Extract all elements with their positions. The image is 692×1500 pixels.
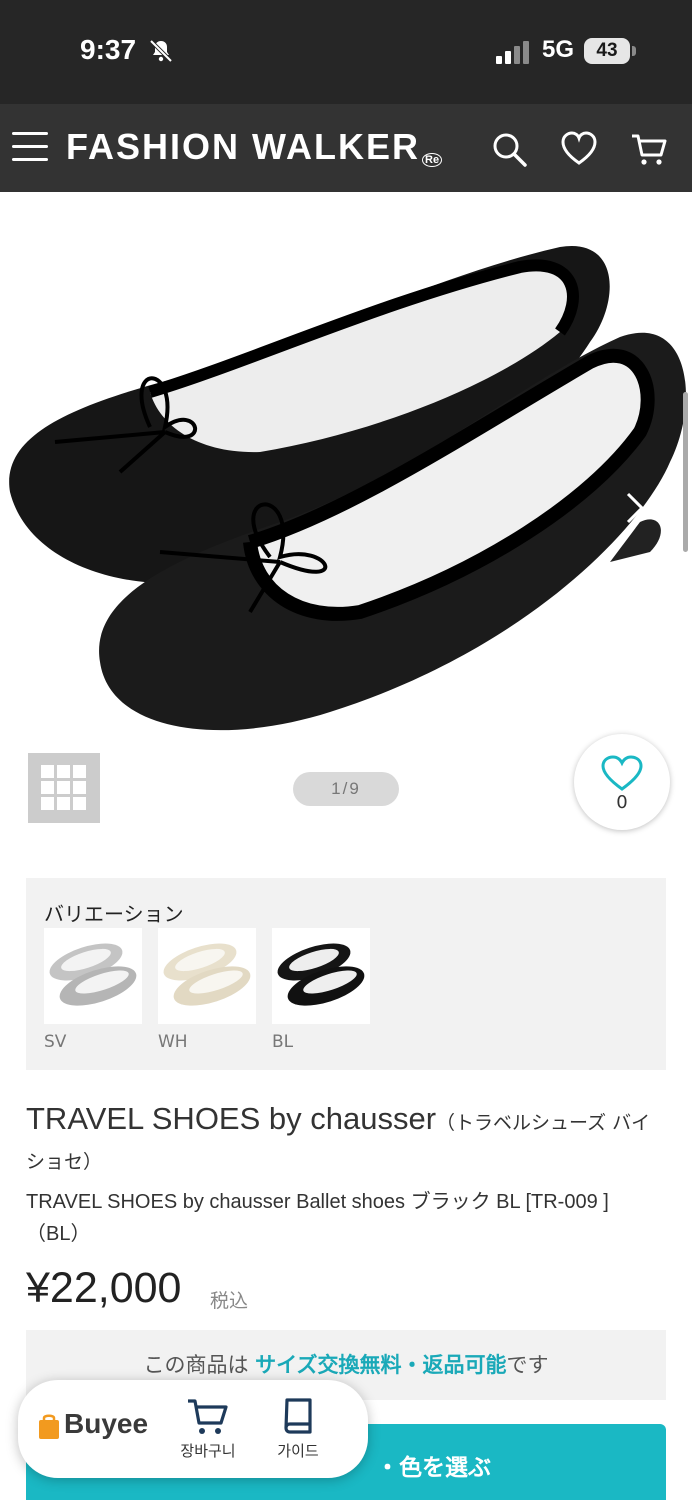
book-icon <box>284 1398 312 1434</box>
brand-name: FASHION WALKER <box>66 126 421 167</box>
image-page-counter: 1/9 <box>293 772 399 806</box>
variation-item-bl[interactable]: BL <box>272 928 370 1052</box>
notice-prefix: この商品は <box>143 1353 249 1377</box>
status-time: 9:37 <box>80 34 137 65</box>
buyee-logo[interactable]: Buyee <box>38 1408 148 1448</box>
product-subtitle: TRAVEL SHOES by chausser Ballet shoes ブラ… <box>26 1191 609 1245</box>
heart-icon[interactable] <box>560 130 598 168</box>
signal-icon <box>496 41 529 64</box>
product-title: TRAVEL SHOES by chausser（トラベルシューズ バイ ショセ… <box>26 1100 666 1182</box>
variation-label: SV <box>44 1032 67 1052</box>
buyee-toolbar: Buyee 장바구니 가이드 <box>18 1380 368 1478</box>
menu-icon[interactable] <box>12 132 48 164</box>
image-grid-button[interactable] <box>28 753 100 823</box>
ballet-shoes-image <box>9 245 686 731</box>
variation-section: バリエーション SV WH BL <box>26 878 666 1070</box>
cart-icon[interactable] <box>630 130 668 168</box>
battery-icon: 43 <box>584 38 636 64</box>
buyee-guide-label: 가이드 <box>277 1442 319 1460</box>
variation-thumbnail <box>44 928 142 1024</box>
variation-title: バリエーション <box>44 902 184 926</box>
buyee-guide-button[interactable]: 가이드 <box>258 1396 338 1461</box>
product-name: TRAVEL SHOES by chausser <box>26 1101 437 1136</box>
status-bar: 9:37 5G 43 <box>0 0 692 104</box>
buyee-cart-label: 장바구니 <box>180 1442 236 1460</box>
variation-thumbnail <box>272 928 370 1024</box>
battery-level: 43 <box>584 38 630 64</box>
scrollbar[interactable] <box>683 392 688 552</box>
buyee-bag-icon <box>39 1414 59 1439</box>
variation-item-sv[interactable]: SV <box>44 928 142 1052</box>
variation-item-wh[interactable]: WH <box>158 928 256 1052</box>
buyee-cart-button[interactable]: 장바구니 <box>168 1396 248 1461</box>
variation-thumbnail <box>158 928 256 1024</box>
grid-icon <box>41 765 86 810</box>
product-image[interactable] <box>0 192 692 842</box>
cart-icon <box>188 1399 228 1434</box>
tax-label: 税込 <box>210 1290 249 1312</box>
product-price: ¥22,000 <box>26 1264 182 1312</box>
app-header: FASHION WALKER Re <box>0 104 692 192</box>
buyee-logo-text: Buyee <box>64 1408 149 1439</box>
favorite-button[interactable]: 0 <box>574 734 670 830</box>
search-icon[interactable] <box>490 130 528 168</box>
heart-outline-icon <box>601 755 643 791</box>
chevron-right-icon[interactable] <box>620 488 650 528</box>
network-label: 5G <box>542 36 575 63</box>
favorite-count: 0 <box>616 792 628 813</box>
notice-highlight[interactable]: サイズ交換無料・返品可能 <box>255 1353 506 1377</box>
variation-label: WH <box>158 1032 188 1052</box>
notice-suffix: です <box>506 1353 549 1377</box>
variation-label: BL <box>272 1032 294 1052</box>
brand-logo[interactable]: FASHION WALKER Re <box>66 126 443 168</box>
bell-slash-icon <box>149 39 173 63</box>
brand-mark: Re <box>422 153 443 167</box>
select-button-label: ・色を選ぶ <box>376 1455 491 1481</box>
